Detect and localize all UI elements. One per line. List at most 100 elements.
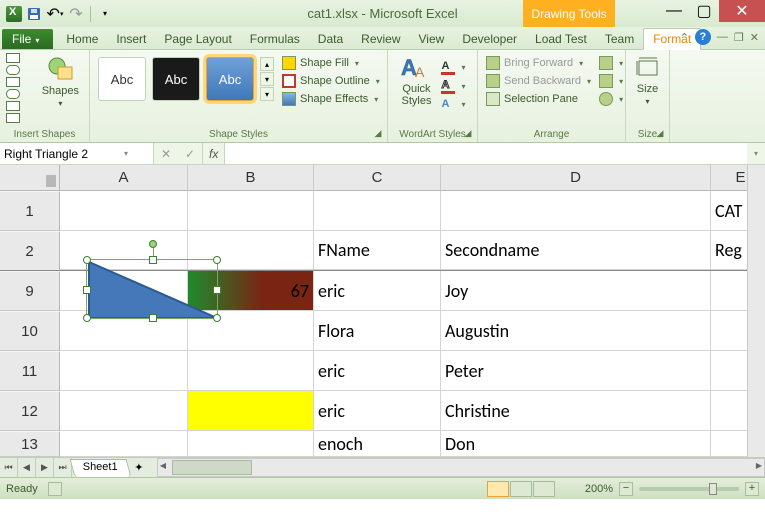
cell[interactable]: eric: [314, 271, 441, 311]
formula-bar[interactable]: [224, 143, 747, 164]
bring-forward-button[interactable]: Bring Forward: [484, 55, 593, 71]
shape-outline-button[interactable]: Shape Outline: [280, 73, 382, 89]
cell[interactable]: [188, 351, 314, 391]
normal-view-button[interactable]: [487, 481, 509, 497]
size-button[interactable]: Size ▾: [631, 53, 665, 108]
row-header[interactable]: 12: [0, 391, 60, 431]
align-button[interactable]: [597, 55, 625, 71]
file-tab[interactable]: File: [2, 29, 53, 49]
resize-handle[interactable]: [213, 286, 221, 294]
page-break-view-button[interactable]: [533, 481, 555, 497]
cell[interactable]: FName: [314, 231, 441, 270]
macro-record-icon[interactable]: [48, 482, 62, 496]
size-launcher[interactable]: ◢: [654, 127, 666, 139]
tab-insert[interactable]: Insert: [107, 29, 155, 49]
cell[interactable]: Joy: [441, 271, 711, 311]
rotate-handle[interactable]: [149, 240, 157, 248]
expand-formula-bar-button[interactable]: ▾: [747, 143, 765, 164]
shape-styles-launcher[interactable]: ◢: [372, 127, 384, 139]
row-header[interactable]: 2: [0, 231, 60, 271]
select-all-corner[interactable]: [0, 165, 60, 191]
zoom-slider[interactable]: [639, 487, 739, 491]
maximize-button[interactable]: ▢: [689, 0, 719, 22]
cell[interactable]: [60, 391, 188, 431]
selection-pane-button[interactable]: Selection Pane: [484, 91, 593, 107]
text-outline-button[interactable]: A: [439, 78, 467, 95]
col-header-C[interactable]: C: [314, 165, 441, 191]
fx-icon[interactable]: fx: [203, 143, 224, 164]
gallery-more-button[interactable]: ▾: [260, 87, 274, 101]
selected-shape-right-triangle[interactable]: [86, 259, 218, 319]
cell[interactable]: Flora: [314, 311, 441, 351]
tab-data[interactable]: Data: [309, 29, 352, 49]
help-button[interactable]: ?: [695, 29, 711, 45]
workbook-minimize-button[interactable]: —: [717, 31, 728, 43]
shapes-button[interactable]: Shapes ▾: [38, 53, 83, 110]
row-header[interactable]: 11: [0, 351, 60, 391]
minimize-ribbon-button[interactable]: ⌃: [680, 31, 689, 44]
tab-load-test[interactable]: Load Test: [526, 29, 596, 49]
group-button[interactable]: [597, 73, 625, 89]
next-sheet-button[interactable]: ▶: [36, 458, 54, 477]
worksheet-grid[interactable]: A B C D E 1 2 9 10 11 12 13 CAT 1 FName …: [0, 165, 765, 457]
resize-handle[interactable]: [149, 256, 157, 264]
resize-handle[interactable]: [83, 256, 91, 264]
cell[interactable]: eric: [314, 391, 441, 431]
cell[interactable]: [60, 191, 188, 231]
minimize-button[interactable]: —: [659, 0, 689, 22]
redo-button[interactable]: ↷: [67, 5, 85, 23]
cell[interactable]: Don: [441, 431, 711, 457]
name-box-input[interactable]: [4, 147, 124, 161]
cell[interactable]: eric: [314, 351, 441, 391]
style-black[interactable]: Abc: [152, 57, 200, 101]
resize-handle[interactable]: [149, 314, 157, 322]
wordart-launcher[interactable]: ◢: [462, 127, 474, 139]
gallery-down-button[interactable]: ▾: [260, 72, 274, 86]
horizontal-scrollbar[interactable]: ◀ ▶: [157, 458, 765, 477]
col-header-B[interactable]: B: [188, 165, 314, 191]
workbook-close-button[interactable]: ✕: [750, 31, 759, 44]
cancel-formula-button[interactable]: ✕: [154, 147, 178, 161]
text-fill-button[interactable]: A: [439, 59, 467, 76]
rotate-button[interactable]: [597, 91, 625, 107]
style-blue-selected[interactable]: Abc: [206, 57, 254, 101]
resize-handle[interactable]: [213, 256, 221, 264]
zoom-level[interactable]: 200%: [585, 483, 613, 495]
name-box[interactable]: ▾: [0, 143, 154, 164]
tab-page-layout[interactable]: Page Layout: [155, 29, 240, 49]
insert-sheet-button[interactable]: ✦: [129, 458, 149, 477]
row-header[interactable]: 9: [0, 271, 60, 311]
first-sheet-button[interactable]: ⏮: [0, 458, 18, 477]
enter-formula-button[interactable]: ✓: [178, 147, 202, 161]
cell[interactable]: Secondname: [441, 231, 711, 270]
resize-handle[interactable]: [83, 286, 91, 294]
shape-style-gallery[interactable]: Abc Abc Abc ▴ ▾ ▾: [96, 53, 276, 105]
vertical-scrollbar[interactable]: [747, 165, 765, 457]
col-header-A[interactable]: A: [60, 165, 188, 191]
cell[interactable]: [188, 191, 314, 231]
resize-handle[interactable]: [213, 314, 221, 322]
text-effects-button[interactable]: A: [439, 97, 467, 111]
shapes-gallery[interactable]: [6, 53, 34, 123]
page-layout-view-button[interactable]: [510, 481, 532, 497]
resize-handle[interactable]: [83, 314, 91, 322]
style-white[interactable]: Abc: [98, 57, 146, 101]
row-header[interactable]: 10: [0, 311, 60, 351]
name-box-dropdown[interactable]: ▾: [124, 149, 128, 158]
cell[interactable]: Peter: [441, 351, 711, 391]
shape-fill-button[interactable]: Shape Fill: [280, 55, 382, 71]
zoom-out-button[interactable]: −: [619, 482, 633, 496]
tab-team[interactable]: Team: [596, 29, 643, 49]
cell[interactable]: Christine: [441, 391, 711, 431]
tab-review[interactable]: Review: [352, 29, 409, 49]
cell[interactable]: enoch: [314, 431, 441, 457]
col-header-D[interactable]: D: [441, 165, 711, 191]
cell[interactable]: [188, 431, 314, 457]
zoom-in-button[interactable]: +: [745, 482, 759, 496]
cell[interactable]: [60, 351, 188, 391]
row-header[interactable]: 13: [0, 431, 60, 457]
close-button[interactable]: ✕: [719, 0, 765, 22]
zoom-thumb[interactable]: [709, 483, 717, 495]
undo-button[interactable]: ↶▾: [46, 5, 64, 23]
tab-home[interactable]: Home: [57, 29, 107, 49]
